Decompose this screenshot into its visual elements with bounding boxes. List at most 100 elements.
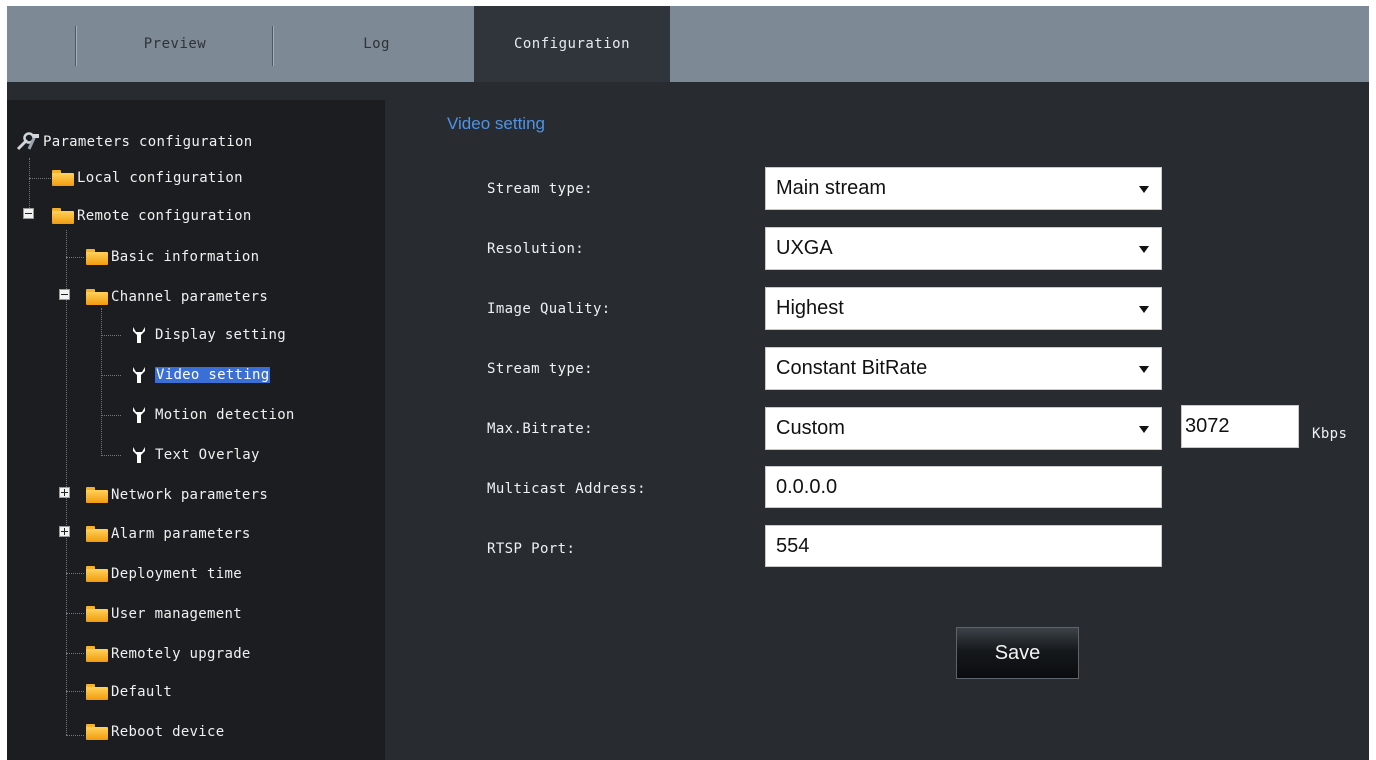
collapse-toggle-icon[interactable] — [23, 208, 34, 219]
tree-item-label: Text Overlay — [155, 447, 260, 463]
tree-connector — [66, 691, 84, 692]
bitrate-type-value: Constant BitRate — [776, 357, 928, 379]
tree-item-label: Display setting — [155, 327, 286, 343]
tab-preview-label: Preview — [143, 36, 207, 52]
tree-item-local-configuration[interactable]: Local configuration — [52, 166, 243, 190]
tree-item-video-setting[interactable]: Video setting — [131, 363, 271, 387]
wrench-icon — [133, 327, 145, 343]
image-quality-select[interactable]: Highest — [765, 287, 1162, 330]
max-bitrate-label: Max.Bitrate: — [487, 421, 593, 437]
resolution-value: UXGA — [776, 237, 833, 259]
tree-item-label: Remotely upgrade — [111, 646, 251, 662]
image-quality-value: Highest — [776, 297, 844, 319]
tree-connector — [66, 230, 67, 735]
tree-item-text-overlay[interactable]: Text Overlay — [131, 443, 260, 467]
resolution-label: Resolution: — [487, 241, 585, 257]
rtsp-port-label: RTSP Port: — [487, 541, 576, 557]
tab-divider — [272, 26, 274, 66]
resolution-select[interactable]: UXGA — [765, 227, 1162, 270]
wrench-icon — [133, 367, 145, 383]
tree-connector — [101, 308, 102, 456]
tree-item-user-management[interactable]: User management — [86, 602, 242, 626]
bitrate-type-select[interactable]: Constant BitRate — [765, 347, 1162, 390]
tree-item-reboot-device[interactable]: Reboot device — [86, 720, 224, 744]
tree-item-label: Motion detection — [155, 407, 295, 423]
tree-connector — [101, 375, 121, 376]
folder-icon — [86, 487, 108, 503]
tree-item-remote-configuration[interactable]: Remote configuration — [52, 204, 252, 228]
dropdown-arrow-icon — [1139, 246, 1149, 253]
tree-item-label: User management — [111, 606, 242, 622]
wrench-icon — [133, 407, 145, 423]
save-button[interactable]: Save — [956, 627, 1079, 679]
tree-item-label: Video setting — [155, 367, 271, 383]
tab-configuration[interactable]: Configuration — [474, 6, 670, 82]
tree-item-remotely-upgrade[interactable]: Remotely upgrade — [86, 642, 251, 666]
folder-icon — [86, 249, 108, 265]
collapse-toggle-icon[interactable] — [59, 289, 70, 300]
expand-toggle-icon[interactable] — [59, 526, 70, 537]
tree-item-motion-detection[interactable]: Motion detection — [131, 403, 295, 427]
tab-log-label: Log — [363, 36, 390, 52]
multicast-address-input[interactable]: 0.0.0.0 — [765, 466, 1162, 508]
folder-icon — [86, 646, 108, 662]
tree-connector — [66, 653, 84, 654]
tree-connector — [66, 573, 84, 574]
max-bitrate-value: Custom — [776, 417, 845, 439]
stream-type-select[interactable]: Main stream — [765, 167, 1162, 210]
tree-item-basic-information[interactable]: Basic information — [86, 245, 259, 269]
tree-connector — [66, 257, 84, 258]
image-quality-label: Image Quality: — [487, 301, 611, 317]
tab-log[interactable]: Log — [276, 6, 474, 82]
tree-connector — [66, 613, 84, 614]
tab-preview[interactable]: Preview — [80, 6, 270, 82]
dropdown-arrow-icon — [1139, 306, 1149, 313]
tree-item-label: Deployment time — [111, 566, 242, 582]
folder-icon — [86, 566, 108, 582]
tree-item-default[interactable]: Default — [86, 680, 172, 704]
folder-icon — [52, 208, 74, 224]
tab-configuration-label: Configuration — [513, 36, 631, 52]
tree-connector — [66, 735, 84, 736]
rtsp-port-input[interactable]: 554 — [765, 525, 1162, 567]
folder-icon — [86, 724, 108, 740]
folder-icon — [86, 526, 108, 542]
tree-item-deployment-time[interactable]: Deployment time — [86, 562, 242, 586]
tab-divider — [75, 26, 77, 66]
tree-item-alarm-parameters[interactable]: Alarm parameters — [86, 522, 251, 546]
tree-item-label: Default — [111, 684, 173, 700]
wrench-icon — [133, 447, 145, 463]
folder-icon — [52, 170, 74, 186]
dropdown-arrow-icon — [1139, 426, 1149, 433]
tree-root[interactable]: Parameters configuration — [15, 130, 253, 154]
bitrate-unit-label: Kbps — [1312, 426, 1348, 442]
folder-icon — [86, 289, 108, 305]
bitrate-type-label: Stream type: — [487, 361, 593, 377]
save-button-label: Save — [994, 641, 1041, 664]
tree-item-display-setting[interactable]: Display setting — [131, 323, 286, 347]
stream-type-value: Main stream — [776, 177, 887, 199]
tree-item-label: Reboot device — [111, 724, 225, 740]
tree-root-label: Parameters configuration — [43, 134, 253, 150]
multicast-address-label: Multicast Address: — [487, 481, 646, 497]
tree-item-label: Remote configuration — [77, 208, 252, 224]
tree-connector — [101, 335, 121, 336]
tree-item-network-parameters[interactable]: Network parameters — [86, 483, 268, 507]
expand-toggle-icon[interactable] — [59, 487, 70, 498]
max-bitrate-select[interactable]: Custom — [765, 407, 1162, 450]
folder-icon — [86, 606, 108, 622]
stream-type-label: Stream type: — [487, 181, 593, 197]
tree-connector — [29, 178, 51, 179]
section-title: Video setting — [447, 114, 545, 133]
tree-item-label: Alarm parameters — [111, 526, 251, 542]
tree-item-label: Channel parameters — [111, 289, 269, 305]
tools-icon — [16, 132, 39, 151]
dropdown-arrow-icon — [1139, 366, 1149, 373]
folder-icon — [86, 684, 108, 700]
tree-connector — [101, 415, 121, 416]
tree-item-channel-parameters[interactable]: Channel parameters — [86, 285, 268, 309]
custom-bitrate-input[interactable]: 3072 — [1181, 405, 1299, 448]
tree-item-label: Local configuration — [77, 170, 243, 186]
tree-item-label: Network parameters — [111, 487, 269, 503]
dropdown-arrow-icon — [1139, 186, 1149, 193]
